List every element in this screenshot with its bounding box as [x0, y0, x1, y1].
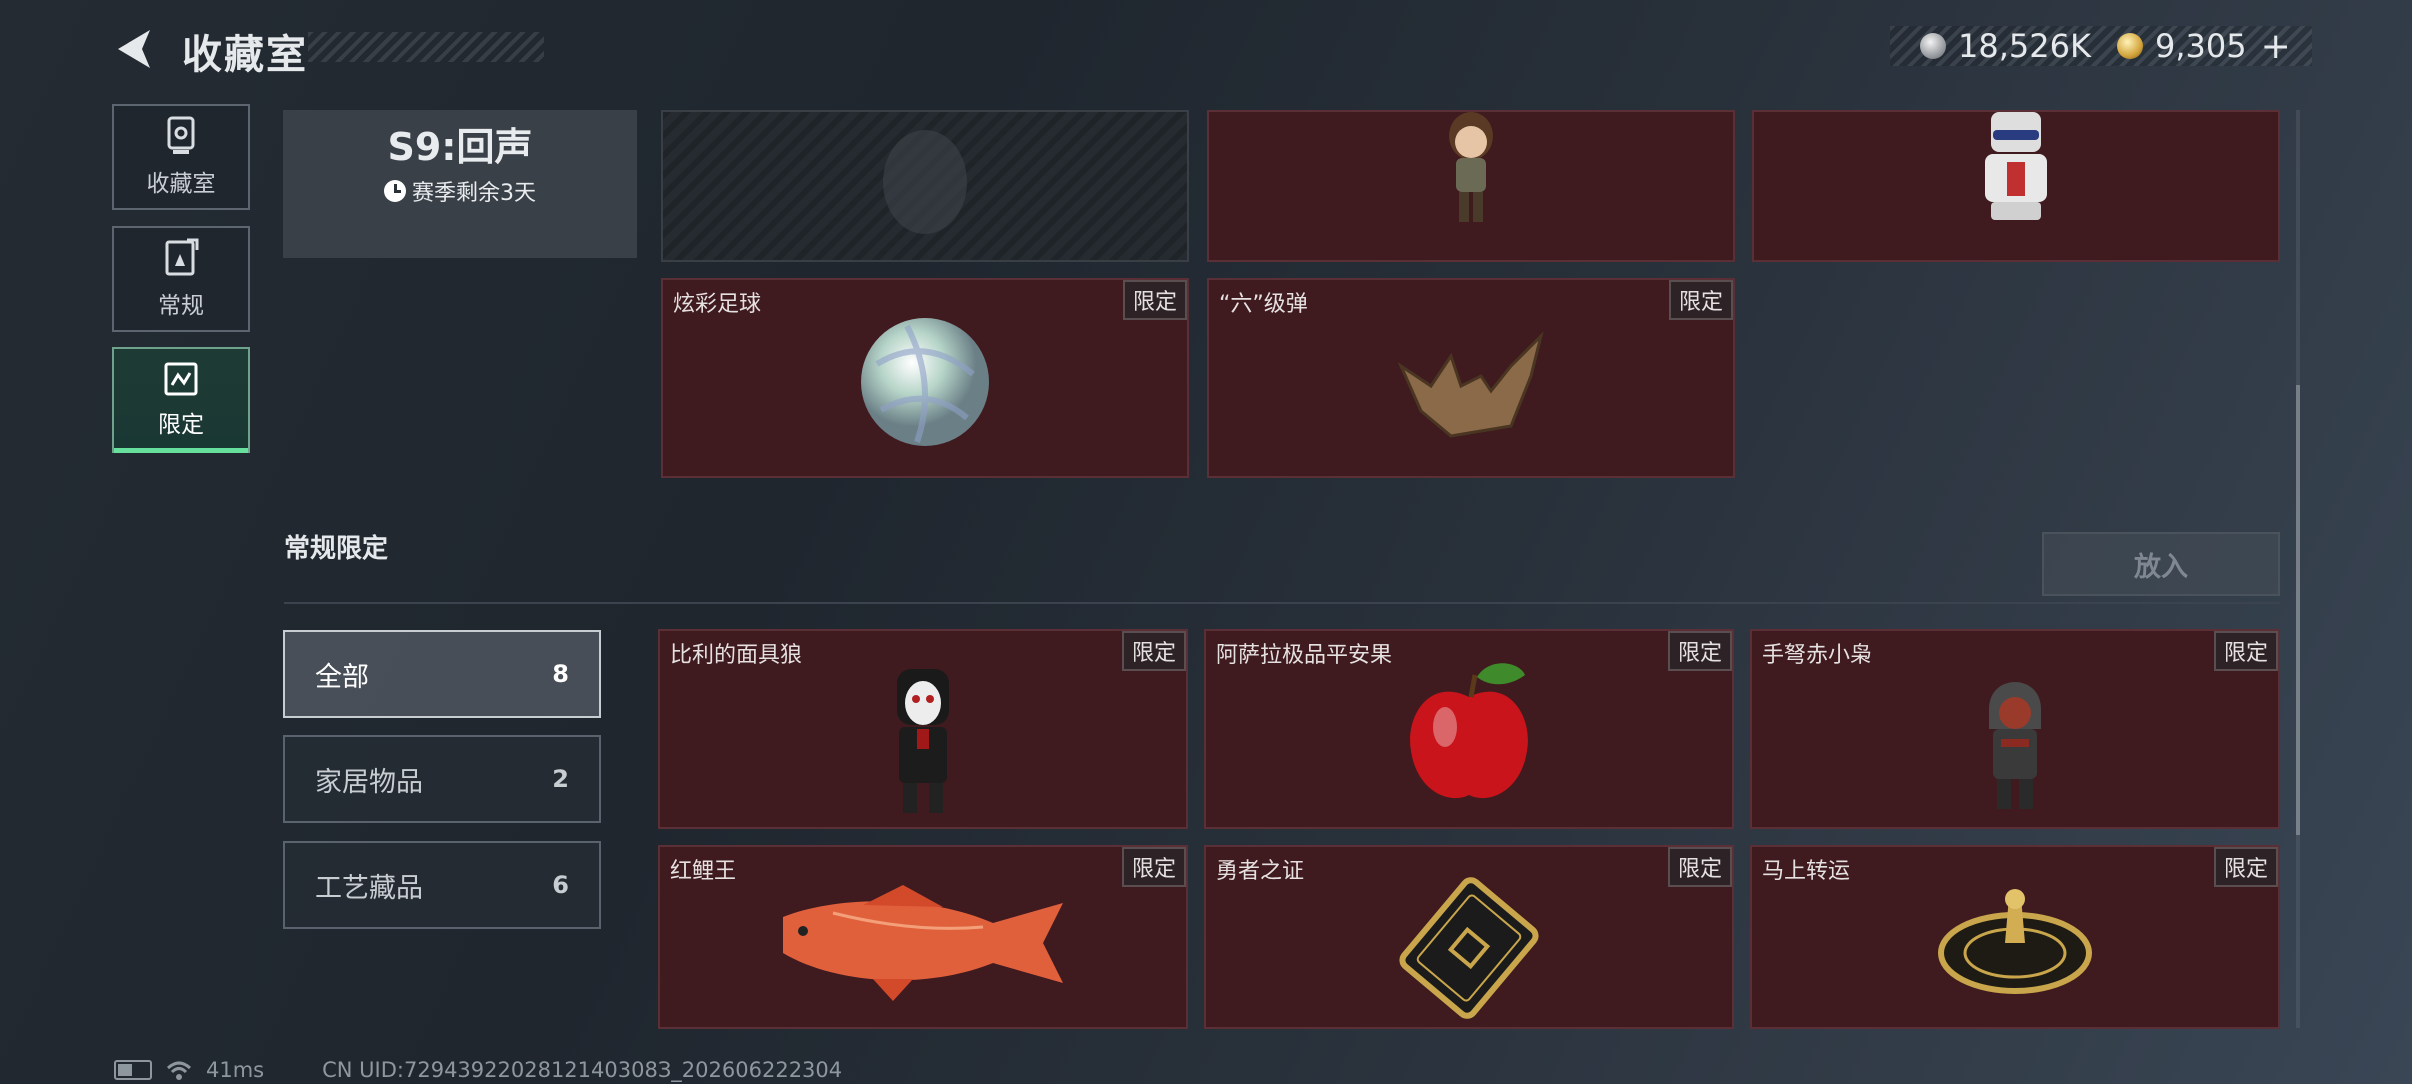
item-card[interactable]: 勇者之证 限定	[1204, 845, 1734, 1029]
filter-craft-items[interactable]: 工艺藏品 6	[283, 841, 601, 929]
gold-card-icon	[1399, 877, 1539, 1019]
back-arrow-icon[interactable]	[112, 26, 158, 72]
filter-all[interactable]: 全部 8	[283, 630, 601, 718]
limited-badge: 限定	[1122, 280, 1187, 320]
item-name: 马上转运	[1762, 859, 1851, 884]
season-timer: 赛季剩余3天	[384, 175, 536, 207]
limited-badge: 限定	[1667, 847, 1732, 887]
limited-map-icon	[164, 362, 198, 396]
item-card[interactable]	[1752, 110, 2280, 262]
filter-label: 全部	[315, 661, 369, 693]
currency-bar: 18,526K 9,305 +	[1890, 26, 2312, 67]
item-name: 比利的面具狼	[670, 643, 803, 668]
tab-label: 常规	[158, 293, 204, 319]
section-divider	[284, 602, 2280, 604]
item-name: 勇者之证	[1216, 859, 1305, 884]
limited-badge: 限定	[1121, 847, 1186, 887]
active-tab-indicator	[114, 448, 248, 453]
item-card[interactable]: 炫彩足球 限定	[661, 278, 1189, 478]
filter-count: 2	[552, 765, 569, 793]
status-bar: 41ms CN UID:7294392202812140308З_2026062…	[114, 1058, 842, 1082]
filter-label: 家居物品	[315, 766, 423, 798]
item-card[interactable]: 手弩赤小枭 限定	[1750, 629, 2280, 829]
red-apple-icon	[1410, 663, 1528, 799]
filter-count: 6	[552, 871, 569, 899]
gold-amount: 9,305	[2154, 27, 2247, 65]
item-card[interactable]	[1207, 110, 1735, 262]
battery-icon	[114, 1060, 152, 1080]
title-decoration	[308, 32, 544, 62]
limited-badge: 限定	[1668, 280, 1733, 320]
item-name: 炫彩足球	[673, 292, 762, 317]
filter-home-items[interactable]: 家居物品 2	[283, 735, 601, 823]
tab-label: 收藏室	[146, 171, 216, 197]
item-name: “六”级弹	[1219, 292, 1308, 317]
season-name: S9:回声	[387, 125, 533, 169]
season-remaining-text: 赛季剩余3天	[412, 181, 536, 206]
season-card: S9:回声 赛季剩余3天	[283, 110, 637, 258]
bullet-hand-sculpture-icon	[1397, 331, 1544, 438]
scrollbar-thumb[interactable]	[2296, 385, 2300, 835]
section-title: 常规限定	[284, 534, 389, 564]
item-card[interactable]: 红鲤王 限定	[658, 845, 1188, 1029]
item-name: 红鲤王	[670, 859, 737, 884]
add-currency-button[interactable]: +	[2261, 26, 2291, 67]
silver-coin-icon	[1920, 33, 1946, 59]
item-card[interactable]: “六”级弹 限定	[1207, 278, 1735, 478]
explorer-girl-figure-icon	[1449, 112, 1493, 222]
filter-label: 工艺藏品	[315, 872, 423, 904]
tab-limited[interactable]: 限定	[112, 347, 250, 453]
ping-text: 41ms	[206, 1058, 265, 1082]
iridescent-ball-icon	[861, 318, 989, 446]
display-case-icon	[167, 116, 195, 154]
robot-figure-icon	[1985, 112, 2047, 220]
hooded-figure-icon	[1989, 682, 2041, 809]
page-title: 收藏室	[182, 32, 308, 78]
gold-coin-icon	[2116, 33, 2143, 59]
tab-regular[interactable]: 常规	[112, 226, 250, 332]
item-slot-empty[interactable]	[661, 110, 1189, 262]
tab-label: 限定	[158, 412, 204, 438]
uid-text: CN UID:7294392202812140308З_202606222304	[322, 1058, 843, 1082]
collection-card-icon	[165, 238, 199, 276]
locked-figure-icon	[883, 130, 967, 234]
limited-badge: 限定	[1667, 631, 1732, 671]
puppet-doll-icon	[897, 669, 949, 813]
fortune-wheel-icon	[1938, 889, 2092, 994]
item-card[interactable]: 阿萨拉极品平安果 限定	[1204, 629, 1734, 829]
limited-badge: 限定	[1121, 631, 1186, 671]
silver-amount: 18,526K	[1958, 27, 2091, 65]
item-name: 阿萨拉极品平安果	[1216, 643, 1393, 668]
item-name: 手弩赤小枭	[1762, 643, 1873, 668]
clock-icon	[384, 180, 406, 202]
put-in-button[interactable]: 放入	[2042, 532, 2280, 596]
limited-badge: 限定	[2213, 847, 2278, 887]
tab-collection-room[interactable]: 收藏室	[112, 104, 250, 210]
limited-badge: 限定	[2213, 631, 2278, 671]
item-card[interactable]: 比利的面具狼 限定	[658, 629, 1188, 829]
item-card[interactable]: 马上转运 限定	[1750, 845, 2280, 1029]
filter-count: 8	[552, 660, 569, 688]
red-carp-icon	[783, 885, 1063, 1001]
wifi-icon	[166, 1061, 192, 1080]
